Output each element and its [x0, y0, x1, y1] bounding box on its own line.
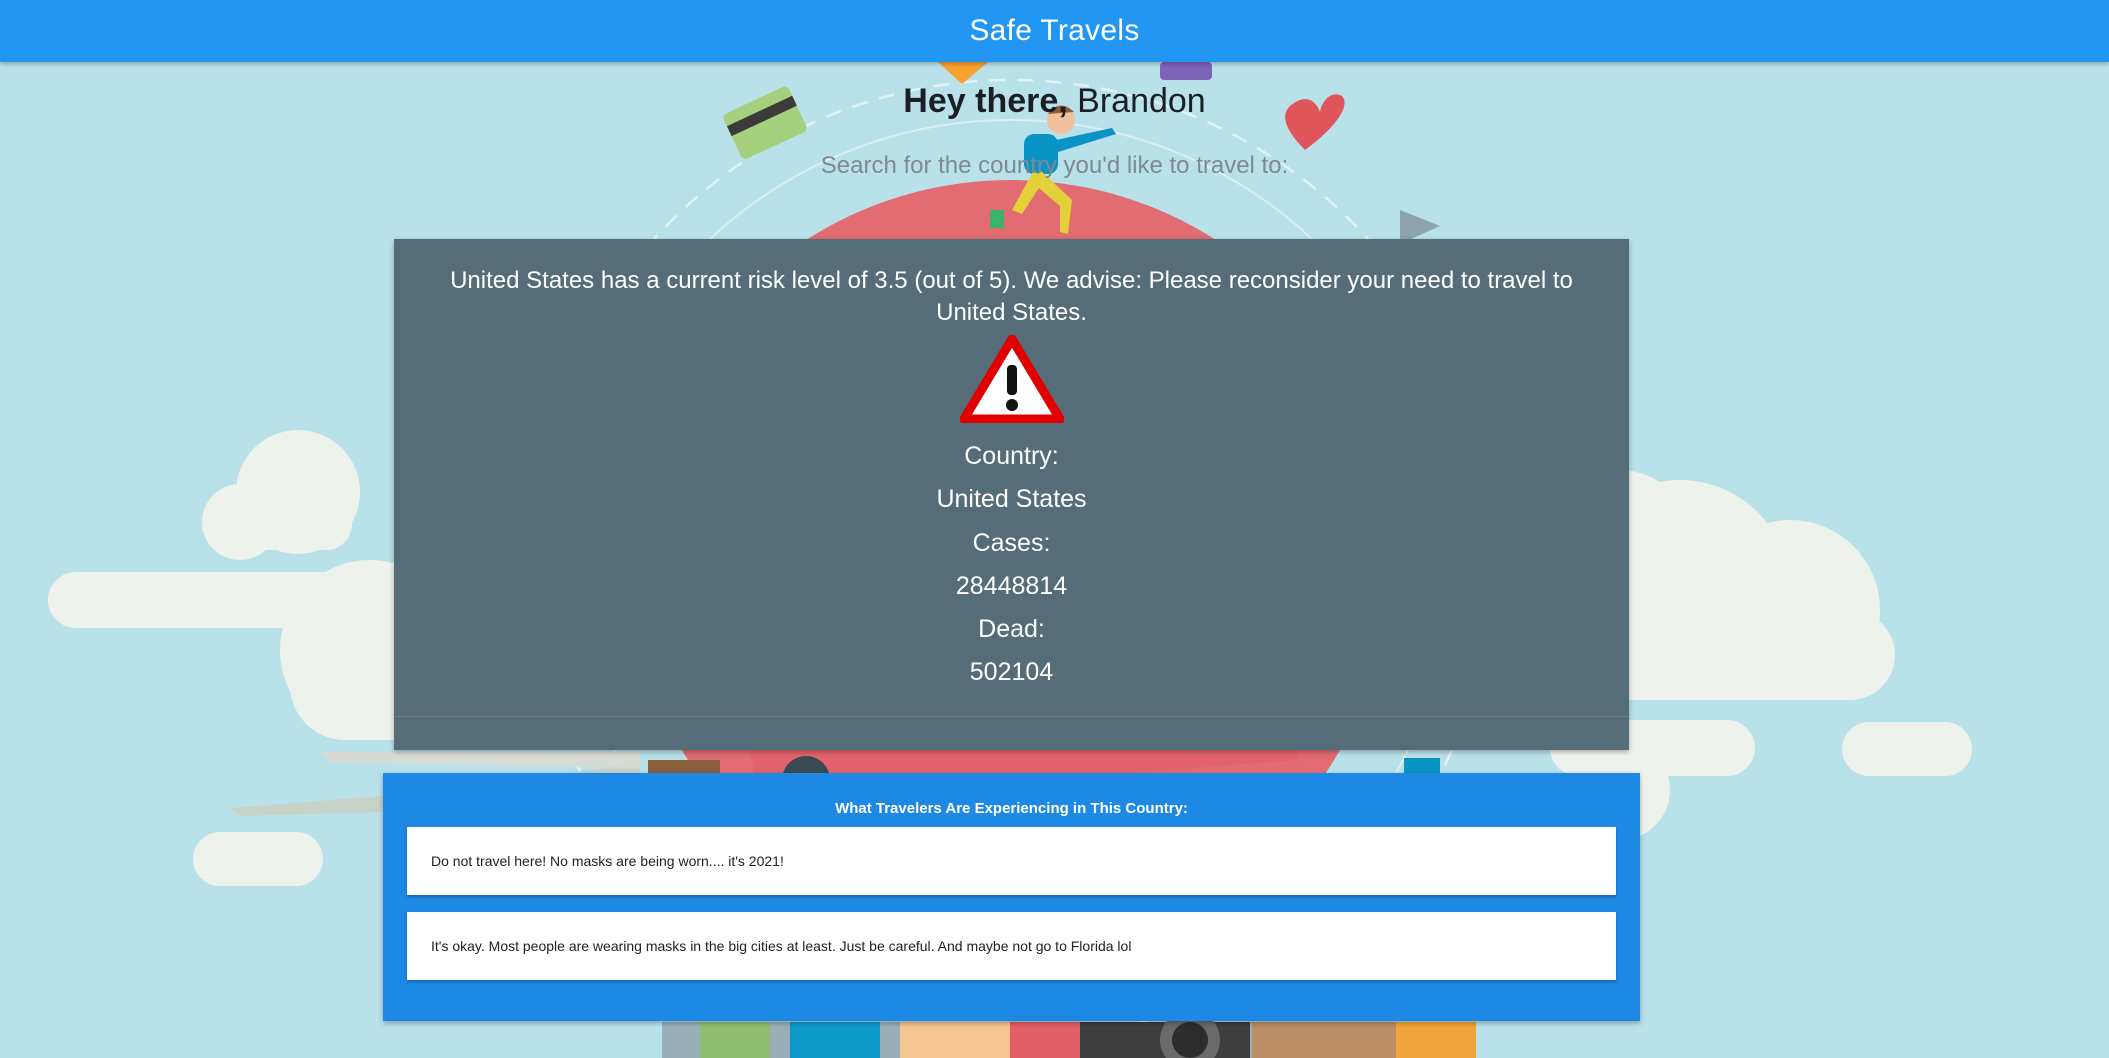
cases-value: 28448814: [955, 571, 1068, 600]
risk-message: United States has a current risk level o…: [450, 267, 1573, 326]
dead-label: Dead:: [978, 615, 1045, 644]
dead-value: 502104: [969, 658, 1054, 687]
risk-card: United States has a current risk level o…: [394, 239, 1629, 750]
experience-item: It's okay. Most people are wearing masks…: [407, 912, 1616, 980]
stats: Country: United States Cases: 28448814 D…: [394, 435, 1629, 695]
country-label: Country:: [964, 442, 1059, 470]
experience-text: It's okay. Most people are wearing masks…: [431, 938, 1132, 954]
experience-item: Do not travel here! No masks are being w…: [407, 827, 1616, 895]
country-value: United States: [936, 485, 1087, 514]
brand-title[interactable]: Safe Travels: [969, 14, 1139, 48]
greeting: Hey there, Brandon: [0, 82, 2109, 121]
user-name: Brandon: [1077, 82, 1206, 120]
experience-text: Do not travel here! No masks are being w…: [431, 853, 784, 869]
navbar: Safe Travels: [0, 0, 2109, 62]
cases-label: Cases:: [972, 528, 1051, 557]
card-divider: [394, 716, 1629, 717]
experiences-title: What Travelers Are Experiencing in This …: [835, 800, 1188, 817]
greeting-prefix: Hey there,: [903, 82, 1068, 120]
warning-icon: [960, 335, 1064, 423]
search-prompt: Search for the country you'd like to tra…: [820, 152, 1289, 179]
experiences-panel: What Travelers Are Experiencing in This …: [383, 773, 1640, 1021]
